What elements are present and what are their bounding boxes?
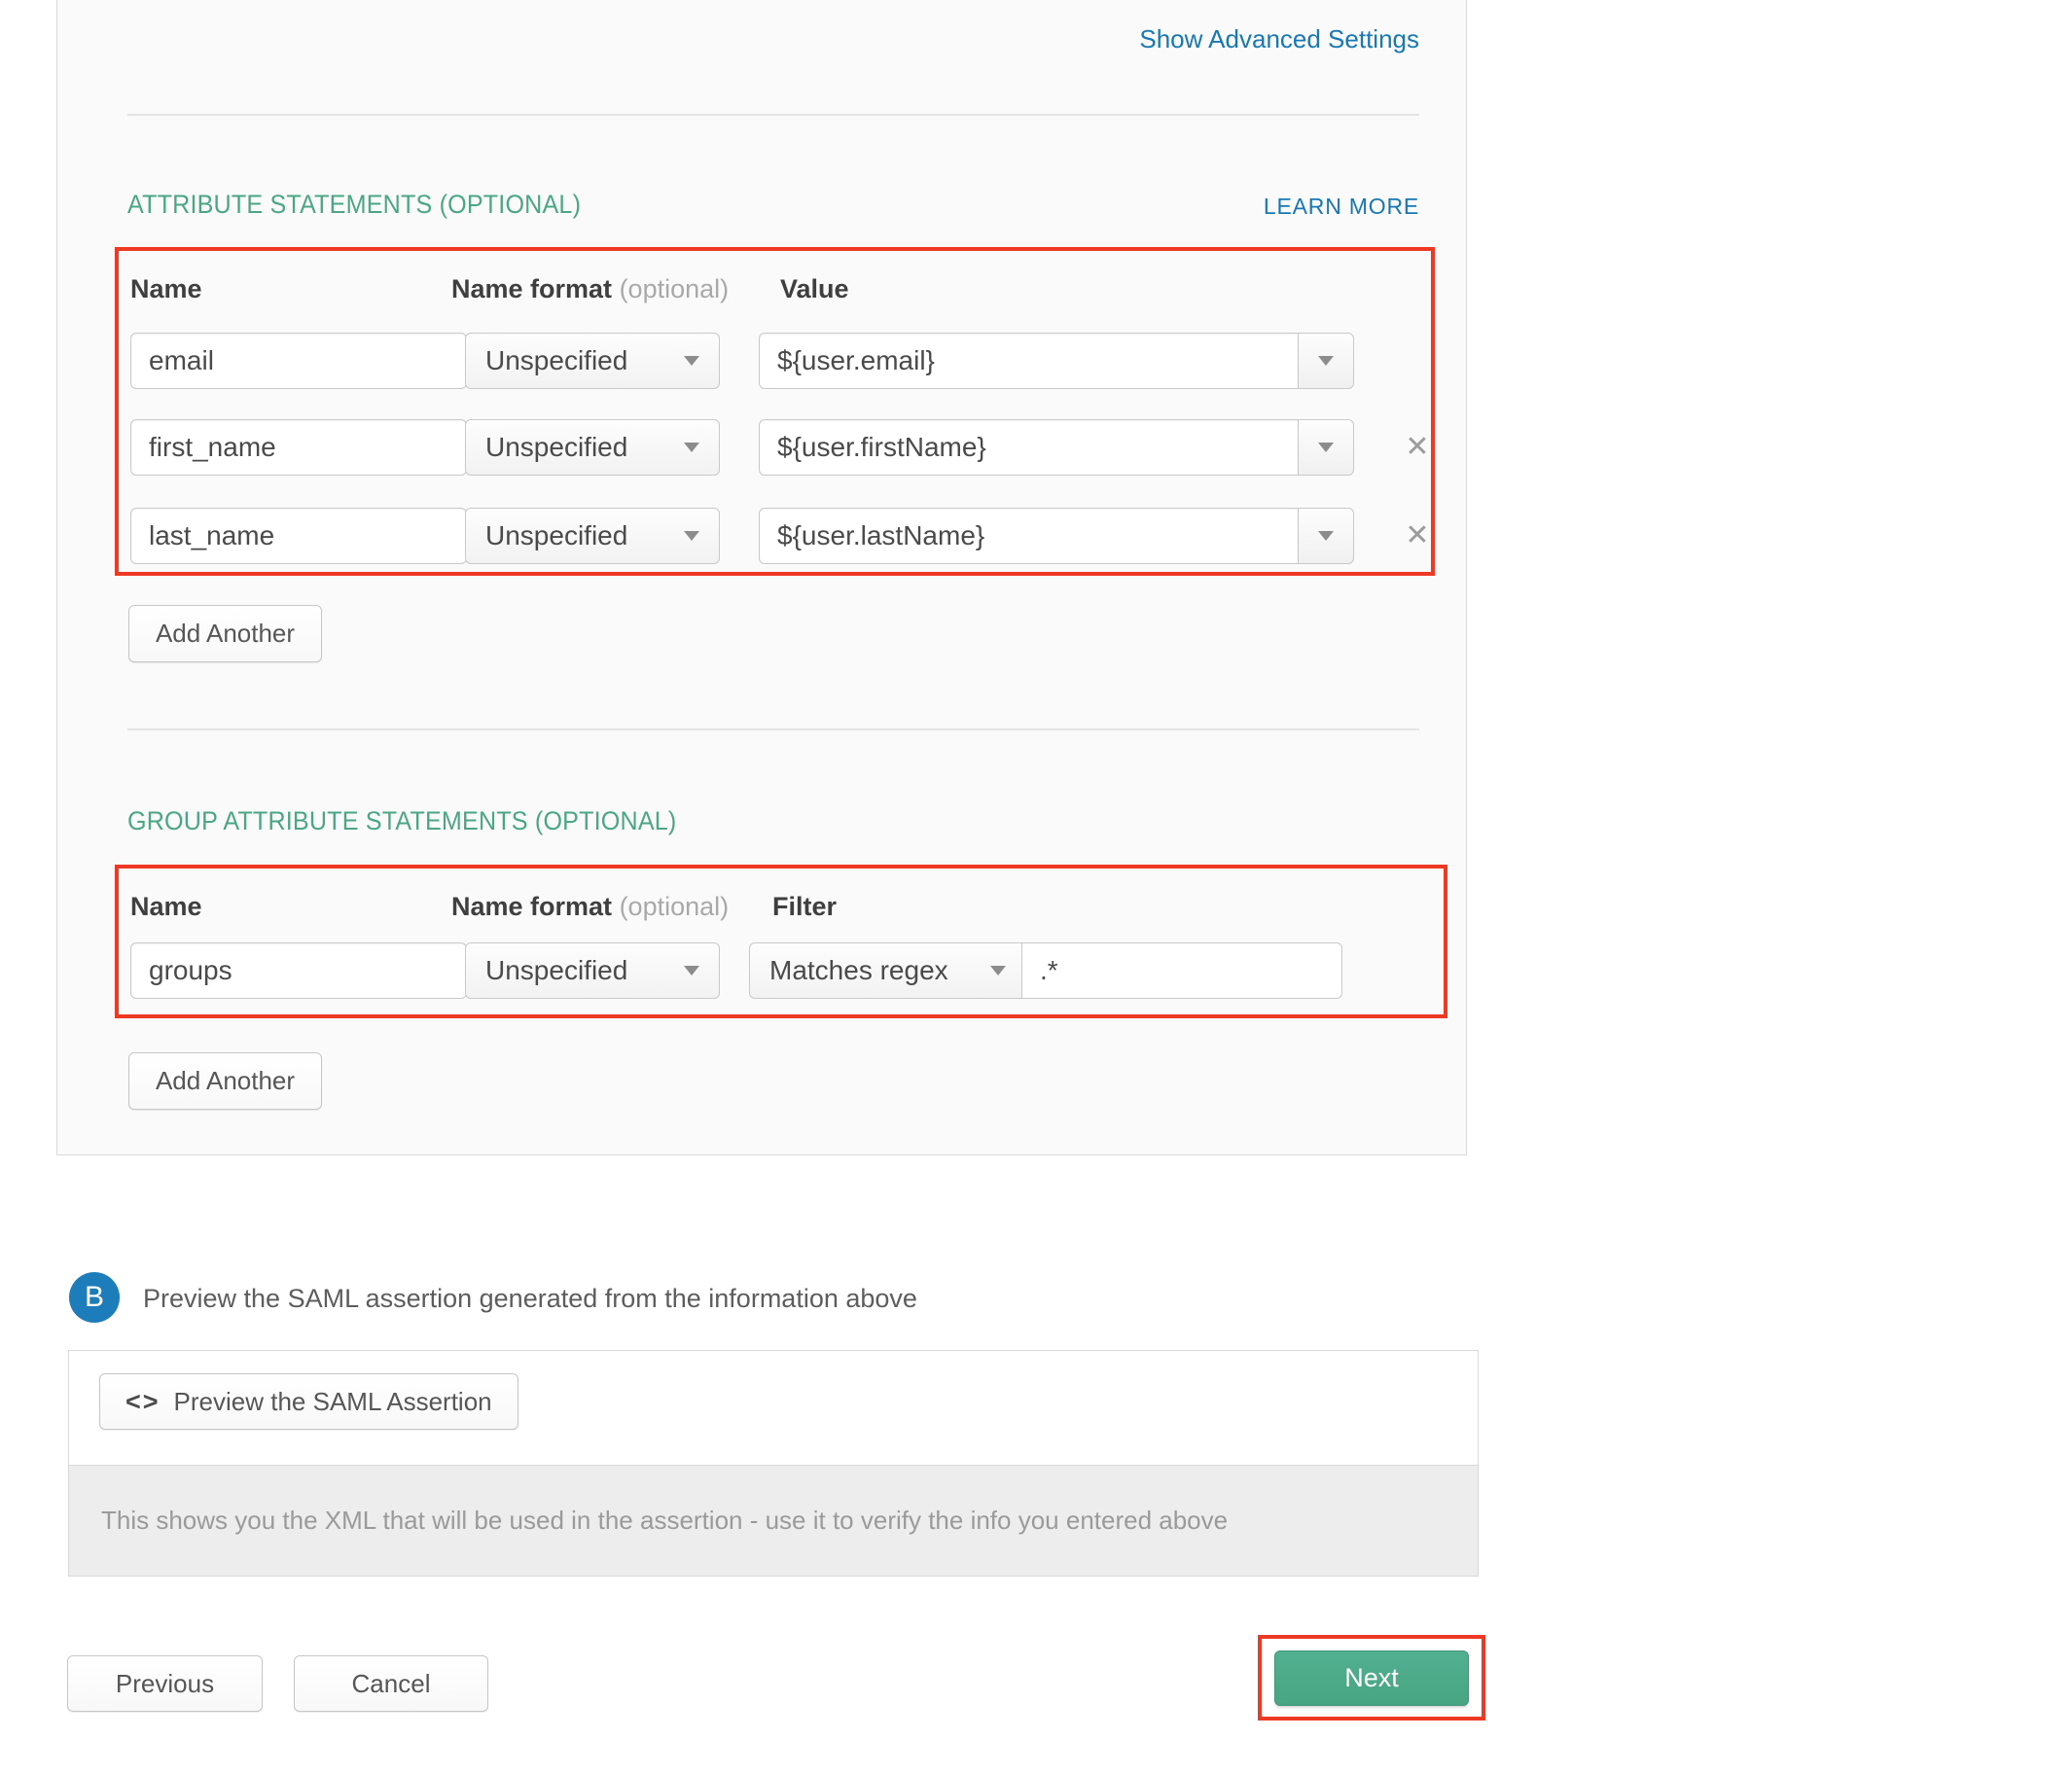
chevron-down-icon <box>1318 531 1334 541</box>
attr-row-1-value-dropdown-button[interactable] <box>1298 333 1354 389</box>
attr-row-1-value-input[interactable] <box>759 333 1298 389</box>
cancel-button[interactable]: Cancel <box>294 1655 488 1712</box>
section-divider <box>127 114 1419 116</box>
step-b-badge: B <box>69 1272 120 1323</box>
preview-assertion-panel: <> Preview the SAML Assertion This shows… <box>68 1350 1479 1577</box>
chevron-down-icon <box>684 356 699 366</box>
attr-row-3-value-dropdown-button[interactable] <box>1298 508 1354 564</box>
attr-row-3-format-value: Unspecified <box>485 520 627 551</box>
attribute-statements-title: ATTRIBUTE STATEMENTS (OPTIONAL) <box>127 190 581 220</box>
attr-row-2-format-value: Unspecified <box>485 432 627 463</box>
group-attribute-statements-title: GROUP ATTRIBUTE STATEMENTS (OPTIONAL) <box>127 806 676 836</box>
add-another-attribute-button[interactable]: Add Another <box>128 605 322 662</box>
attr-row-1-format-select[interactable]: Unspecified <box>465 333 720 389</box>
group-row-1-filter-value-input[interactable] <box>1022 942 1342 999</box>
attr-row-1-name-input[interactable] <box>130 333 467 389</box>
attr-row-1-format-value: Unspecified <box>485 345 627 376</box>
group-column-header-name: Name <box>130 892 202 922</box>
learn-more-link[interactable]: LEARN MORE <box>1264 194 1419 220</box>
chevron-down-icon <box>684 966 699 976</box>
group-row-1-format-select[interactable]: Unspecified <box>465 942 720 999</box>
attr-row-1-value-combo <box>759 333 1354 389</box>
attr-row-2-remove-button[interactable]: ✕ <box>1401 431 1434 464</box>
attr-row-3-name-input[interactable] <box>130 508 467 564</box>
attr-row-2-format-select[interactable]: Unspecified <box>465 419 720 476</box>
saml-settings-panel: Show Advanced Settings ATTRIBUTE STATEME… <box>56 0 1467 1155</box>
next-button[interactable]: Next <box>1274 1650 1469 1706</box>
step-b-heading: Preview the SAML assertion generated fro… <box>143 1284 917 1314</box>
chevron-down-icon <box>1318 356 1334 366</box>
close-icon: ✕ <box>1405 431 1429 463</box>
column-header-name-format-label: Name format <box>451 274 612 303</box>
column-header-value: Value <box>780 274 849 304</box>
attr-row-3-remove-button[interactable]: ✕ <box>1401 519 1434 552</box>
preview-help-text: This shows you the XML that will be used… <box>69 1465 1478 1576</box>
preview-saml-assertion-label: Preview the SAML Assertion <box>174 1387 492 1417</box>
group-row-1-filter-combo: Matches regex <box>749 942 1342 999</box>
attr-row-3-value-combo <box>759 508 1354 564</box>
group-row-1-filter-type-select[interactable]: Matches regex <box>749 942 1022 999</box>
column-header-name-format: Name format (optional) <box>451 274 729 304</box>
attr-row-3-format-select[interactable]: Unspecified <box>465 508 720 564</box>
section-divider <box>127 728 1419 730</box>
attr-row-2-value-input[interactable] <box>759 419 1298 476</box>
attr-row-2-value-dropdown-button[interactable] <box>1298 419 1354 476</box>
chevron-down-icon <box>684 531 699 541</box>
group-attribute-annotation-box: Name Name format (optional) Filter Unspe… <box>115 865 1447 1018</box>
chevron-down-icon <box>1318 443 1334 452</box>
show-advanced-settings-link[interactable]: Show Advanced Settings <box>1139 24 1419 54</box>
group-row-1-filter-type-value: Matches regex <box>769 955 948 986</box>
preview-saml-assertion-button[interactable]: <> Preview the SAML Assertion <box>99 1373 518 1430</box>
chevron-down-icon <box>990 966 1006 976</box>
attr-row-2-value-combo <box>759 419 1354 476</box>
previous-button[interactable]: Previous <box>67 1655 263 1712</box>
code-brackets-icon: <> <box>125 1387 161 1417</box>
group-column-header-filter: Filter <box>772 892 837 922</box>
attr-row-3-value-input[interactable] <box>759 508 1298 564</box>
next-button-annotation-box: Next <box>1258 1635 1485 1721</box>
chevron-down-icon <box>684 443 699 452</box>
add-another-group-attribute-button[interactable]: Add Another <box>128 1052 322 1110</box>
group-column-header-name-format: Name format (optional) <box>451 892 729 922</box>
column-header-optional-label: (optional) <box>620 274 730 303</box>
close-icon: ✕ <box>1405 519 1429 551</box>
column-header-name: Name <box>130 274 202 304</box>
attribute-statements-annotation-box: Name Name format (optional) Value Unspec… <box>115 247 1435 576</box>
group-column-header-optional-label: (optional) <box>620 892 730 921</box>
group-row-1-name-input[interactable] <box>130 942 467 999</box>
attr-row-2-name-input[interactable] <box>130 419 467 476</box>
group-column-header-name-format-label: Name format <box>451 892 612 921</box>
group-row-1-format-value: Unspecified <box>485 955 627 986</box>
